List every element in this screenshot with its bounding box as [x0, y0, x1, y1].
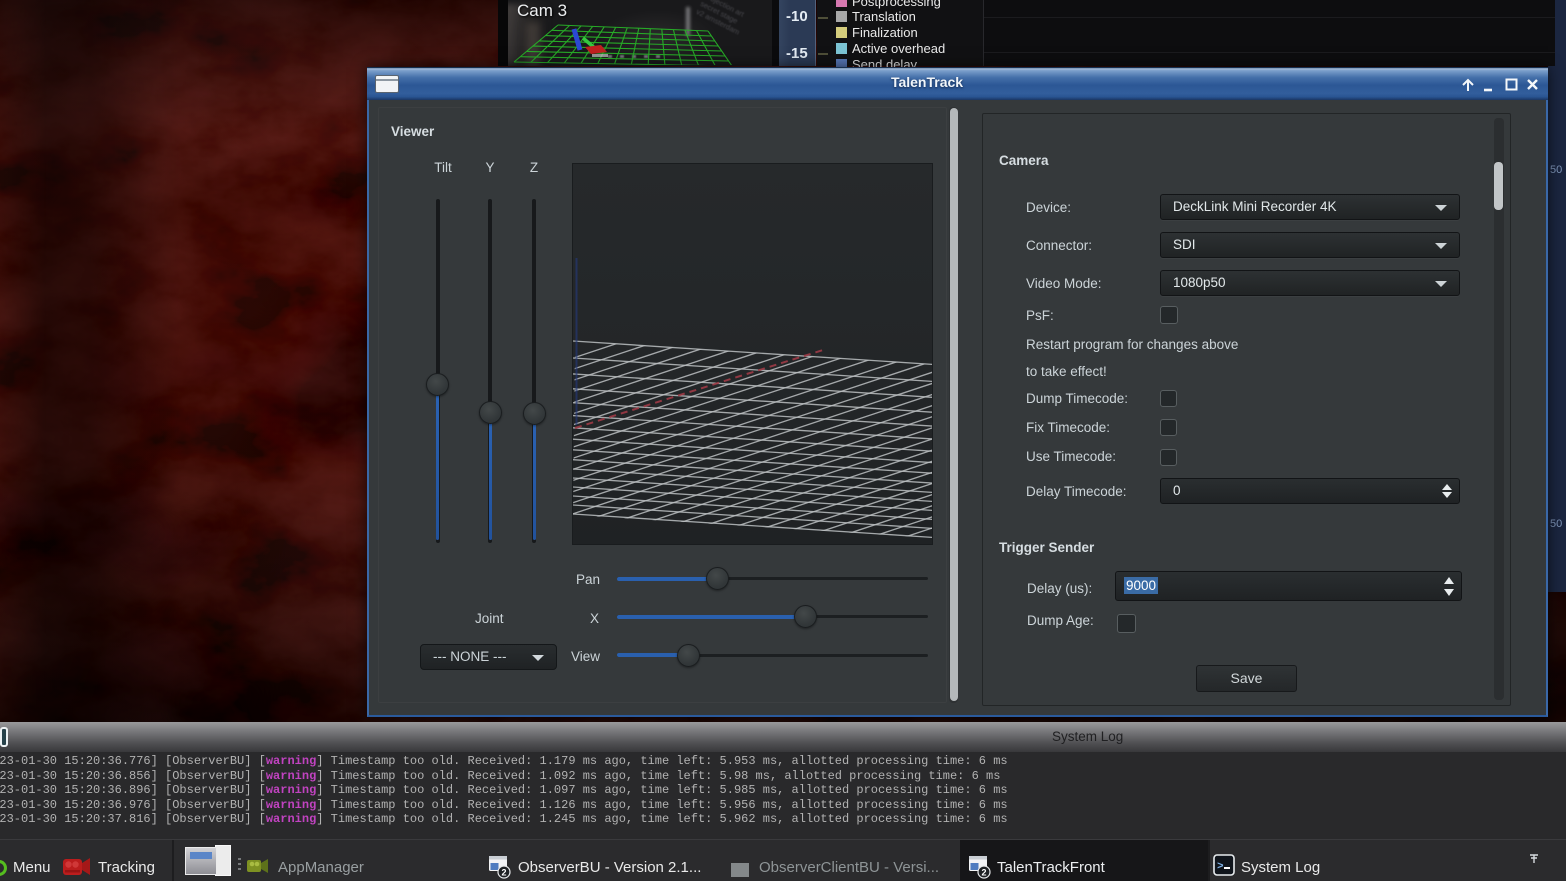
- svg-text:2: 2: [501, 868, 506, 878]
- svg-text:>: >: [1217, 861, 1224, 873]
- svg-text:2: 2: [981, 868, 986, 878]
